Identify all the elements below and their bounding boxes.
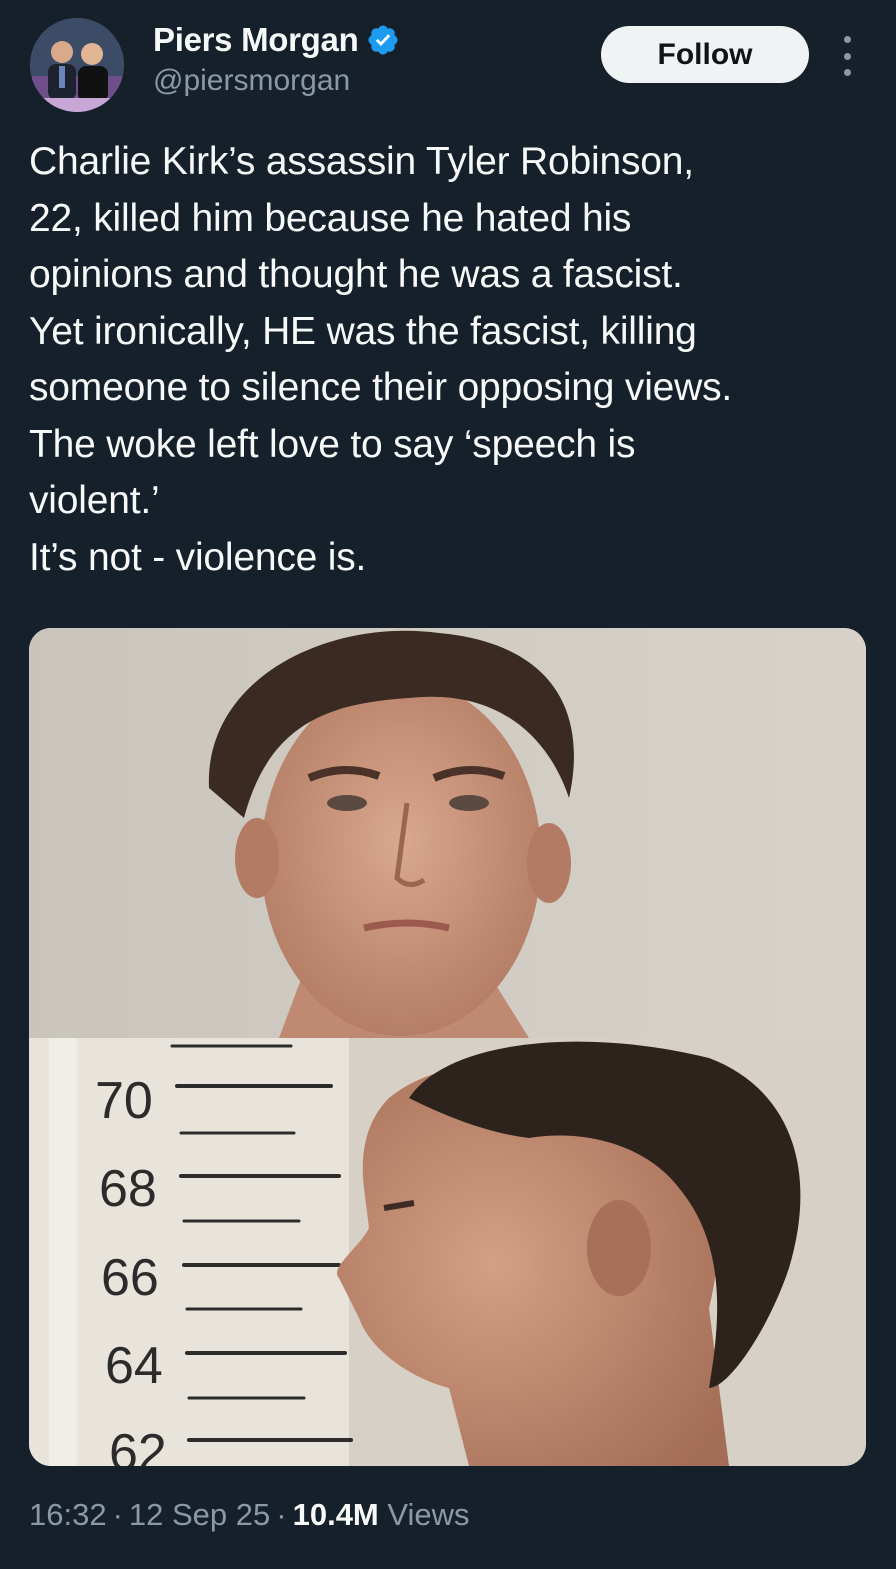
tweet-text-line: Yet ironically, HE was the fascist, kill… (29, 309, 697, 353)
tweet-time[interactable]: 16:32 (29, 1497, 107, 1532)
mugshot-photo: 70 68 66 64 62 (29, 628, 866, 1466)
more-options-icon[interactable] (836, 36, 858, 76)
more-dot (843, 69, 851, 76)
tweet-media-image[interactable]: 70 68 66 64 62 (29, 628, 866, 1466)
height-label: 68 (99, 1160, 157, 1218)
avatar-photo (30, 18, 124, 112)
more-dot (843, 36, 851, 43)
tweet-text-line: It’s not - violence is. (29, 535, 367, 579)
height-label: 70 (95, 1072, 153, 1130)
tweet-text-line: 22, killed him because he hated his (29, 196, 632, 240)
tweet-text-line: someone to silence their opposing views. (29, 366, 733, 409)
separator-dot: · (276, 1497, 287, 1532)
tweet-text: Charlie Kirk’s assassin Tyler Robinson, … (29, 134, 869, 586)
more-dot (843, 52, 851, 60)
height-label: 66 (101, 1249, 159, 1307)
avatar[interactable] (30, 18, 124, 112)
tweet-text-line: opinions and thought he was a fascist. (29, 253, 683, 296)
height-label: 64 (105, 1337, 163, 1395)
tweet-text-line: violent.’ (29, 479, 160, 522)
tweet-meta: 16:32 · 12 Sep 25 · 10.4M Views (29, 1497, 470, 1533)
height-label: 62 (109, 1424, 167, 1466)
tweet-date[interactable]: 12 Sep 25 (129, 1497, 270, 1532)
author-handle[interactable]: @piersmorgan (153, 64, 350, 98)
follow-button[interactable]: Follow (601, 26, 809, 83)
author-display-name[interactable]: Piers Morgan (153, 21, 359, 59)
verified-badge-icon (366, 23, 400, 57)
tweet-text-line: Charlie Kirk’s assassin Tyler Robinson, (29, 140, 694, 183)
author-name-row: Piers Morgan (153, 20, 400, 60)
separator-dot: · (112, 1497, 123, 1532)
tweet-text-line: The woke left love to say ‘speech is (29, 422, 636, 466)
tweet-header: Piers Morgan @piersmorgan Follow (0, 0, 896, 120)
views-label: Views (387, 1497, 470, 1532)
views-count[interactable]: 10.4M (293, 1497, 379, 1532)
